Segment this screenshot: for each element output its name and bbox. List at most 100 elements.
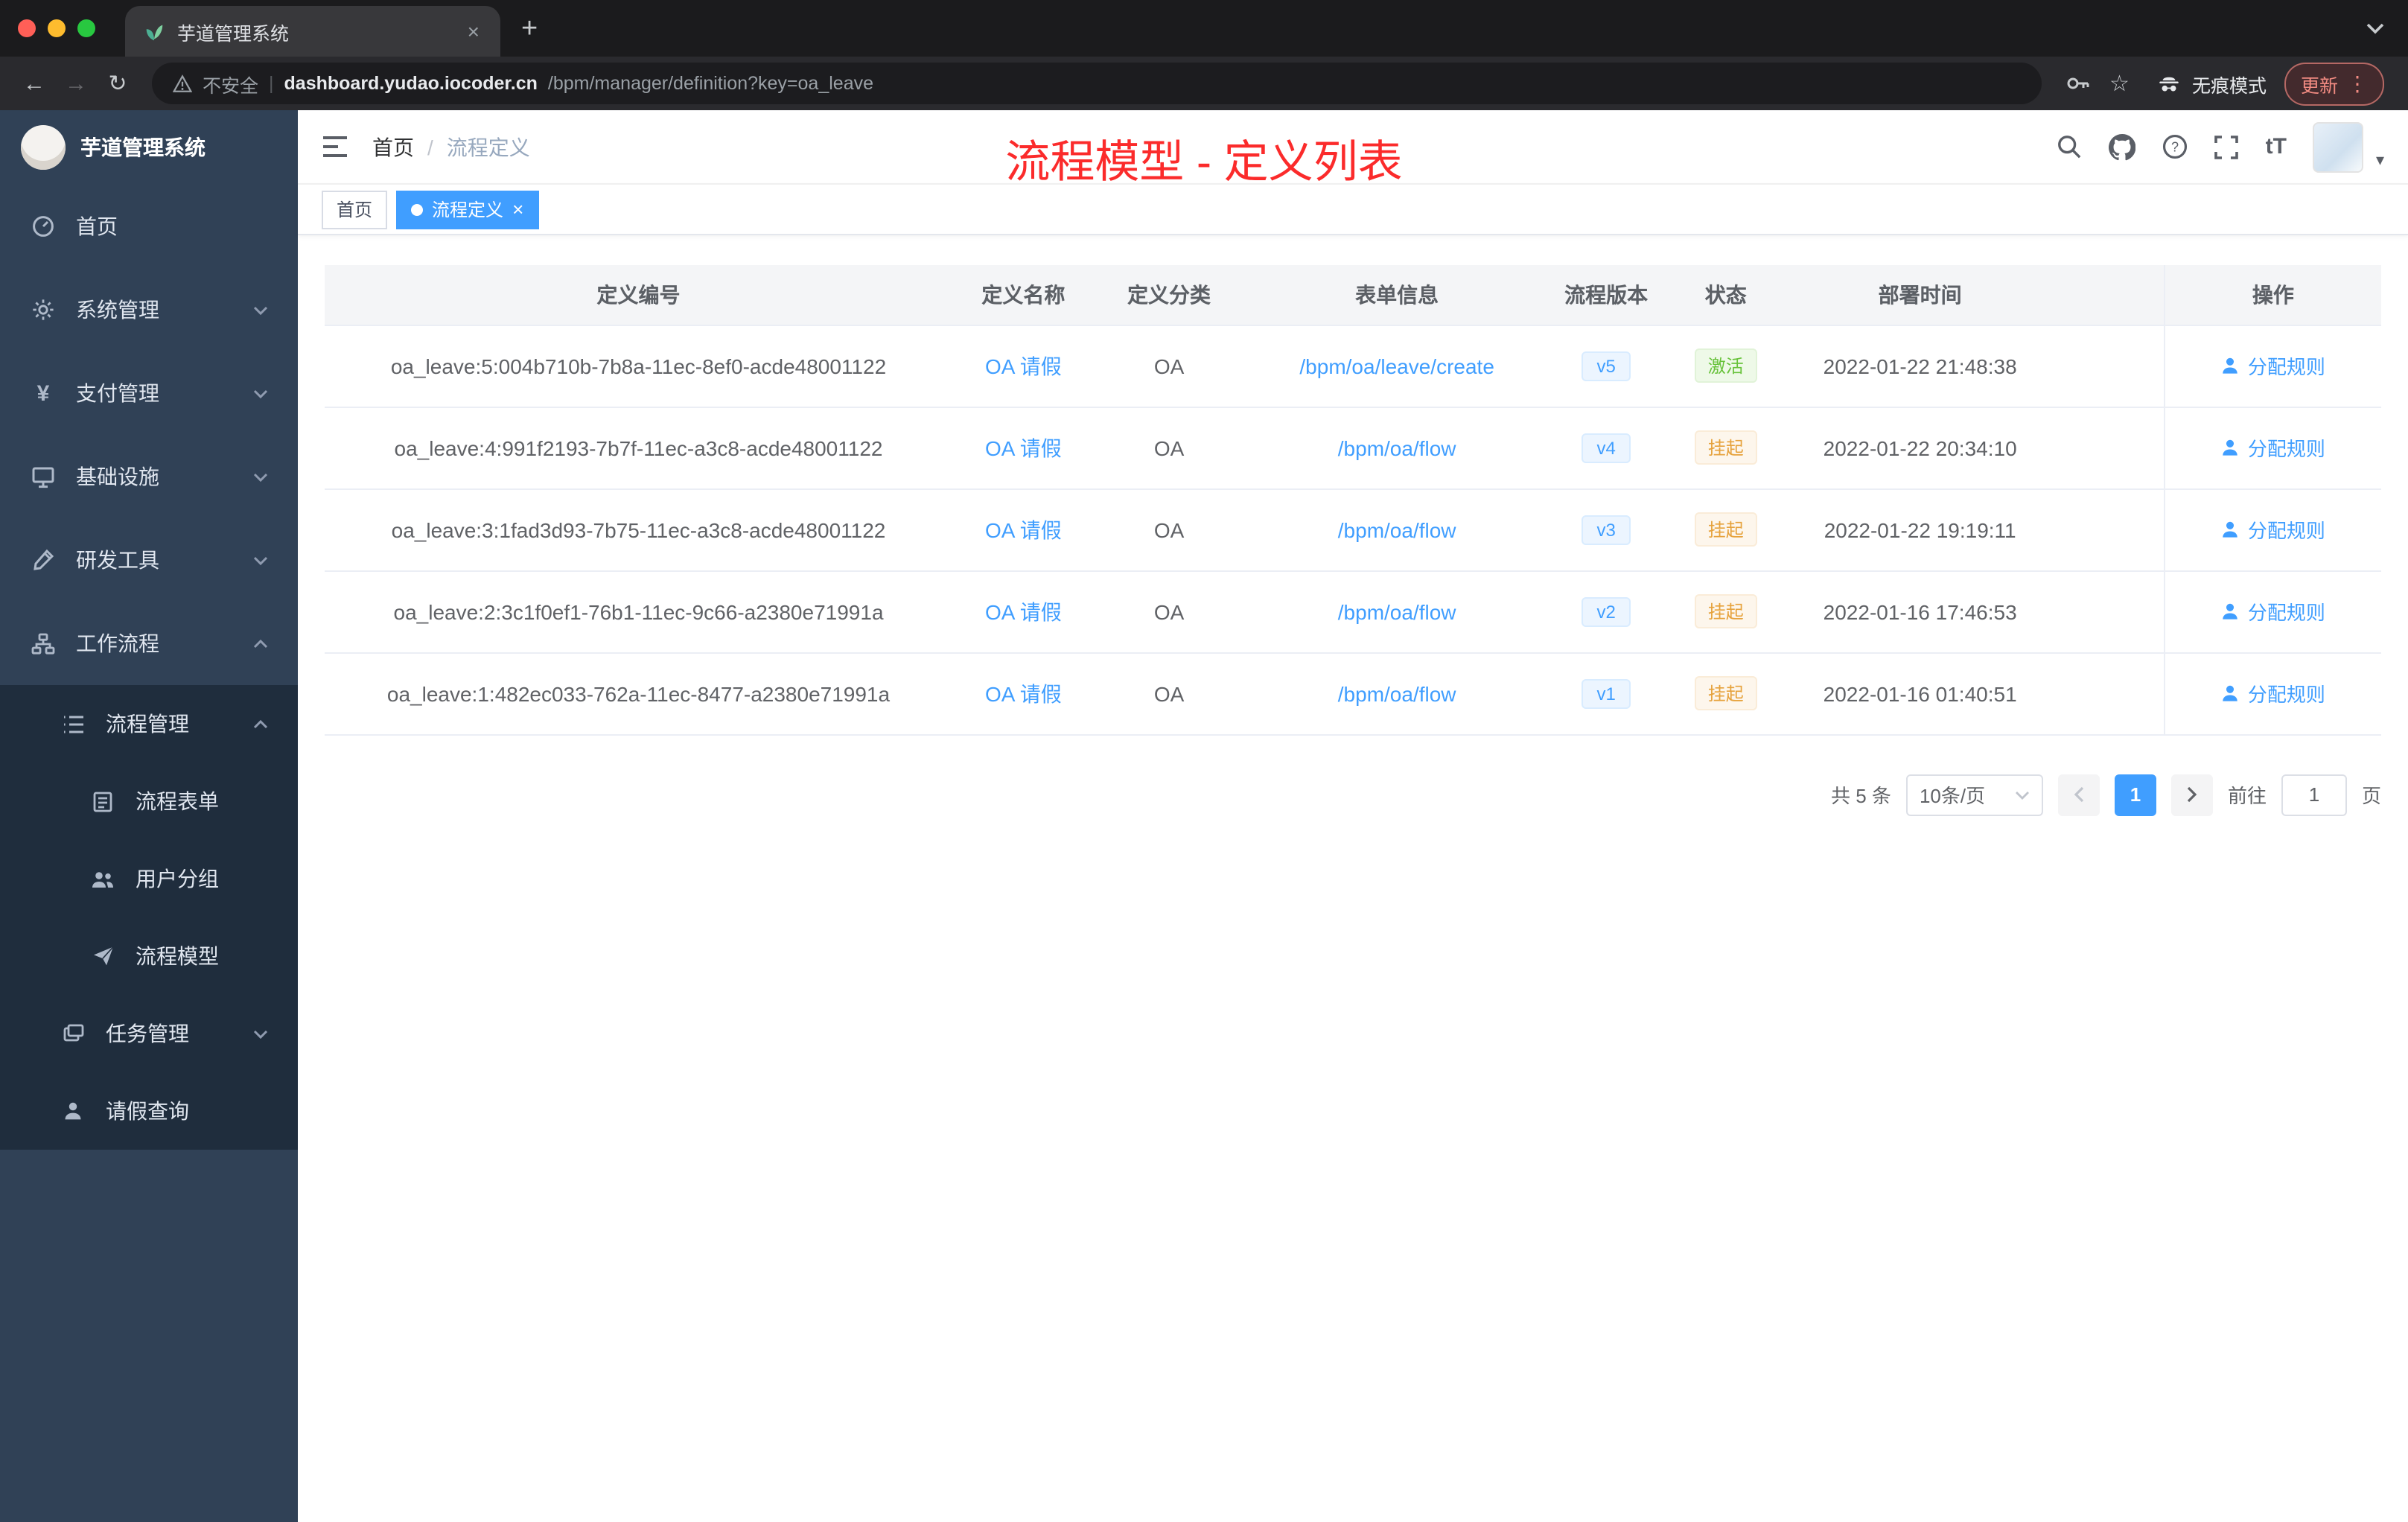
tag-home[interactable]: 首页	[322, 190, 388, 229]
chevron-down-icon	[253, 555, 268, 565]
sidebar-item-payment[interactable]: ¥ 支付管理	[0, 351, 298, 435]
deploy-time-cell: 2022-01-22 19:19:11	[1789, 488, 2051, 571]
col-definition-id: 定义编号	[325, 265, 953, 325]
category-cell: OA	[1094, 407, 1244, 489]
update-browser-button[interactable]: 更新 ⋮	[2284, 62, 2384, 105]
sidebar-item-user-group[interactable]: 用户分组	[0, 840, 298, 917]
tab-title: 芋道管理系统	[177, 23, 290, 44]
assign-rule-link[interactable]: 分配规则	[2221, 597, 2325, 625]
form-link[interactable]: /bpm/oa/flow	[1338, 681, 1456, 705]
assign-rule-link[interactable]: 分配规则	[2221, 515, 2325, 544]
tab-strip: 芋道管理系统 × +	[0, 0, 2408, 57]
tab-search-chevron-icon[interactable]	[2366, 22, 2384, 34]
sidebar-item-home[interactable]: 首页	[0, 185, 298, 268]
form-icon	[89, 790, 116, 812]
tag-close-icon[interactable]: ×	[512, 200, 523, 219]
sidebar-item-leave-query[interactable]: 请假查询	[0, 1072, 298, 1150]
status-tag: 挂起	[1694, 594, 1757, 628]
fullscreen-icon[interactable]	[2214, 135, 2239, 159]
sidebar-logo[interactable]: 芋道管理系统	[0, 110, 298, 185]
definition-id-cell: oa_leave:3:1fad3d93-7b75-11ec-a3c8-acde4…	[325, 488, 953, 571]
form-link[interactable]: /bpm/oa/flow	[1338, 518, 1456, 541]
sidebar-item-process-management[interactable]: 流程管理	[0, 685, 298, 762]
incognito-label: 无痕模式	[2191, 75, 2267, 96]
reload-button[interactable]: ↻	[98, 70, 137, 97]
avatar-caret-icon[interactable]: ▾	[2376, 150, 2384, 172]
font-size-icon[interactable]: tT	[2266, 134, 2287, 159]
new-tab-button[interactable]: +	[521, 14, 538, 42]
workflow-submenu: 流程管理 流程表单 用户分组 流程模型 任务管理 请假查询	[0, 685, 298, 1150]
assign-rule-link[interactable]: 分配规则	[2221, 679, 2325, 707]
user-icon	[2223, 357, 2238, 374]
minimize-window-button[interactable]	[48, 19, 66, 37]
definition-name-link[interactable]: OA 请假	[985, 681, 1062, 705]
traffic-lights	[0, 19, 116, 37]
next-page-button[interactable]	[2170, 774, 2213, 815]
breadcrumb-home[interactable]: 首页	[372, 132, 414, 162]
user-icon	[2223, 685, 2238, 701]
definition-name-link[interactable]: OA 请假	[985, 436, 1062, 459]
browser-menu-icon[interactable]: ⋮	[2347, 71, 2368, 96]
col-filler	[2051, 265, 2165, 325]
yen-icon: ¥	[36, 380, 50, 406]
sidebar-item-process-form[interactable]: 流程表单	[0, 762, 298, 840]
github-icon[interactable]	[2109, 133, 2136, 160]
breadcrumb-separator: /	[427, 135, 433, 159]
assign-rule-link[interactable]: 分配规则	[2221, 351, 2325, 380]
tags-view: 首页 流程定义 ×	[298, 185, 2408, 235]
sidebar-item-workflow[interactable]: 工作流程	[0, 602, 298, 685]
gear-icon	[30, 298, 57, 322]
forward-button[interactable]: →	[57, 71, 95, 96]
list-icon	[60, 714, 86, 733]
chevron-down-icon	[2015, 790, 2030, 799]
browser-tab[interactable]: 芋道管理系统 ×	[125, 6, 500, 57]
category-cell: OA	[1094, 488, 1244, 571]
active-dot-icon	[411, 203, 424, 215]
page-size-select[interactable]: 10条/页	[1905, 774, 2043, 815]
definition-name-link[interactable]: OA 请假	[985, 354, 1062, 378]
breadcrumb: 首页 / 流程定义	[372, 132, 530, 162]
chevron-up-icon	[253, 719, 268, 729]
tag-process-definition[interactable]: 流程定义 ×	[396, 190, 539, 229]
zoom-window-button[interactable]	[77, 19, 95, 37]
url-field[interactable]: 不安全 | dashboard.yudao.iocoder.cn /bpm/ma…	[152, 63, 2042, 104]
form-link[interactable]: /bpm/oa/flow	[1338, 599, 1456, 623]
hamburger-icon[interactable]	[322, 136, 348, 158]
form-link[interactable]: /bpm/oa/leave/create	[1299, 354, 1494, 378]
page-number-button[interactable]: 1	[2114, 774, 2156, 815]
url-separator: |	[269, 73, 274, 94]
sidebar-item-process-model[interactable]: 流程模型	[0, 917, 298, 995]
back-button[interactable]: ←	[15, 71, 54, 96]
form-link[interactable]: /bpm/oa/flow	[1338, 436, 1456, 459]
sidebar-item-system[interactable]: 系统管理	[0, 268, 298, 351]
chevron-down-icon	[253, 305, 268, 315]
assign-rule-link[interactable]: 分配规则	[2221, 433, 2325, 462]
close-window-button[interactable]	[18, 19, 36, 37]
deploy-time-cell: 2022-01-22 20:34:10	[1789, 407, 2051, 489]
search-icon[interactable]	[2057, 134, 2083, 159]
total-count: 共 5 条	[1831, 785, 1891, 807]
sidebar-item-infrastructure[interactable]: 基础设施	[0, 435, 298, 518]
prev-page-button[interactable]	[2057, 774, 2100, 815]
sidebar-item-task-management[interactable]: 任务管理	[0, 995, 298, 1072]
security-label[interactable]: 不安全	[203, 69, 258, 98]
col-status: 状态	[1662, 265, 1790, 325]
deploy-time-cell: 2022-01-22 21:48:38	[1789, 325, 2051, 407]
avatar[interactable]	[2313, 121, 2364, 172]
definition-name-link[interactable]: OA 请假	[985, 599, 1062, 623]
definition-name-link[interactable]: OA 请假	[985, 518, 1062, 541]
tab-favicon	[143, 20, 165, 42]
col-form-info: 表单信息	[1243, 265, 1550, 325]
help-icon[interactable]: ?	[2163, 134, 2188, 159]
goto-page-input[interactable]	[2281, 774, 2347, 815]
tab-close-icon[interactable]: ×	[465, 19, 482, 43]
password-key-icon[interactable]	[2056, 71, 2098, 95]
goto-label: 前往	[2227, 785, 2267, 807]
svg-text:?: ?	[2172, 139, 2179, 154]
category-cell: OA	[1094, 570, 1244, 653]
sidebar-item-dev-tools[interactable]: 研发工具	[0, 518, 298, 602]
address-bar: ← → ↻ 不安全 | dashboard.yudao.iocoder.cn /…	[0, 57, 2408, 110]
chevron-down-icon	[253, 388, 268, 398]
bookmark-star-icon[interactable]: ☆	[2100, 70, 2138, 97]
deploy-time-cell: 2022-01-16 17:46:53	[1789, 570, 2051, 653]
